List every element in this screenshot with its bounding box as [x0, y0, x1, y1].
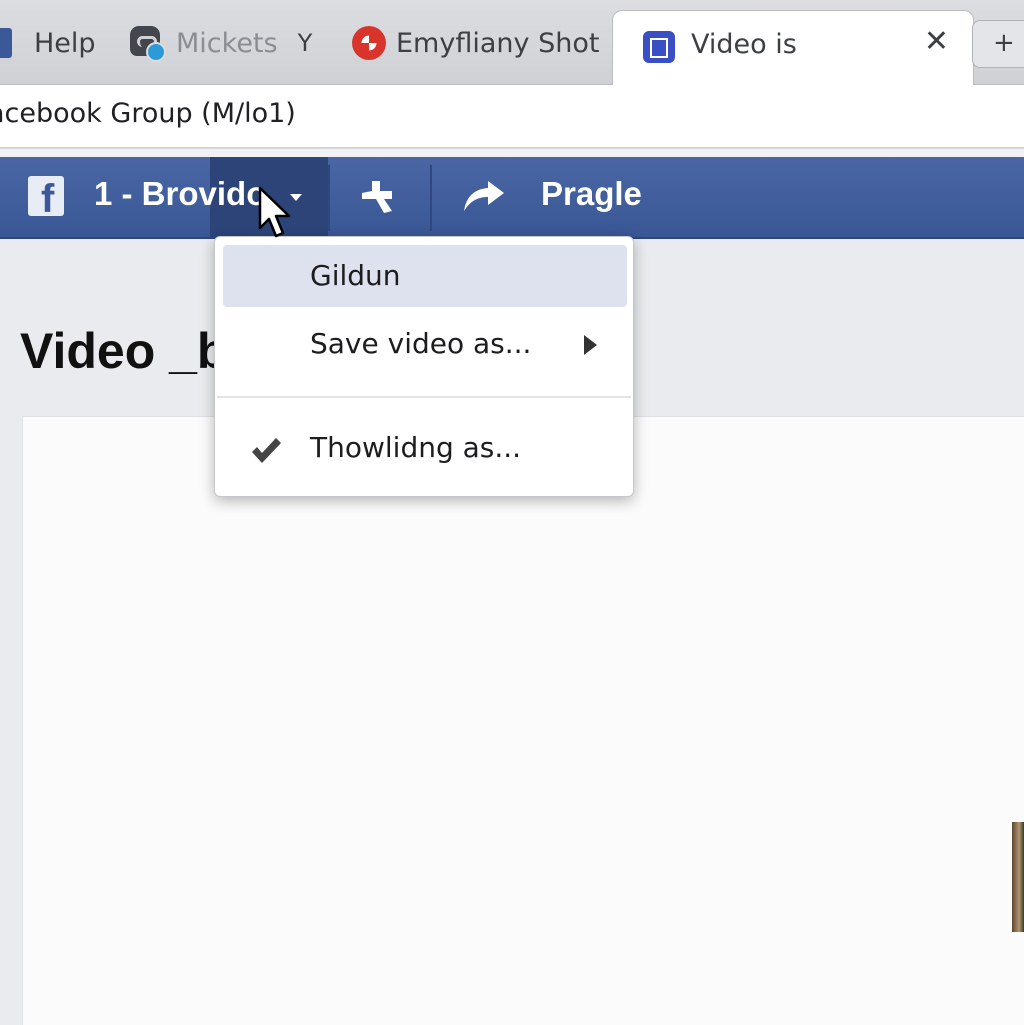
new-tab-button[interactable]: + [972, 20, 1024, 68]
address-bar[interactable]: acebook Group (M/lo1) [0, 85, 1024, 149]
bar-divider [328, 165, 330, 231]
page-title: Video _b [20, 323, 228, 379]
tab-suffix: Y [297, 29, 313, 57]
address-text[interactable]: acebook Group (M/lo1) [0, 98, 296, 129]
wrench-icon[interactable] [358, 177, 398, 217]
browser-tab-strip: Help Mickets Y Emyfliany Shot Video is ✕… [0, 0, 1024, 87]
tab-label: Video is [691, 29, 797, 60]
profile-badge-icon [128, 24, 166, 62]
share-arrow-icon[interactable] [462, 179, 506, 215]
profile-thumbnail [1012, 822, 1024, 932]
share-button-label[interactable]: Pragle [541, 175, 642, 213]
menu-separator [217, 396, 631, 398]
mouse-pointer-icon [258, 186, 291, 238]
tab-label: Emyfliany Shot [396, 27, 600, 59]
menu-item-save-video-as[interactable]: Save video as... [215, 315, 633, 377]
facebook-logo-icon[interactable]: f [28, 176, 64, 216]
facebook-top-bar: f 1 - Brovido Pragle [0, 157, 1024, 239]
video-content-area[interactable] [22, 416, 1024, 1025]
menu-item-highlight [223, 245, 627, 307]
tab-label: Help [34, 27, 96, 59]
context-menu: Gildun Save video as... Thowlidng as... [214, 236, 634, 497]
bar-divider [430, 165, 432, 231]
page-selector-label[interactable]: 1 - Brovido [94, 175, 266, 213]
menu-item-label: Save video as... [310, 327, 532, 360]
tab-video-active[interactable]: Video is ✕ [612, 10, 974, 87]
tab-label: Mickets [176, 27, 278, 59]
menu-item-thowlidng-as[interactable]: Thowlidng as... [215, 419, 633, 481]
red-ball-icon [352, 26, 386, 60]
toolbar-divider [0, 149, 1024, 157]
r-square-icon [643, 31, 675, 63]
menu-item-label: Thowlidng as... [310, 431, 522, 464]
checkmark-icon [252, 438, 281, 463]
submenu-arrow-icon [584, 335, 597, 355]
tab-mickets[interactable]: Mickets Y [128, 18, 312, 68]
menu-item-label: Gildun [310, 259, 401, 292]
page-square-icon [0, 28, 12, 58]
close-icon[interactable]: ✕ [924, 24, 949, 59]
tab-emyfliany-shot[interactable]: Emyfliany Shot [352, 18, 638, 68]
menu-item-gildun[interactable]: Gildun [215, 245, 633, 307]
tab-help[interactable]: Help [0, 18, 96, 68]
